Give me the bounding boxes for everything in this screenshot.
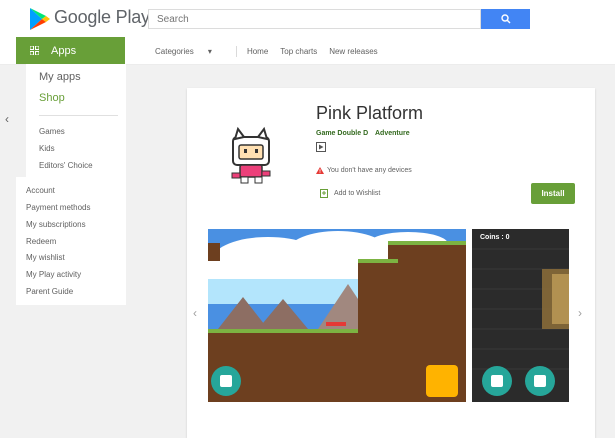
device-warning-text: You don't have any devices — [327, 167, 412, 174]
payment-methods-link[interactable]: Payment methods — [26, 203, 90, 212]
app-title: Pink Platform — [316, 103, 424, 123]
screenshot-1[interactable] — [208, 229, 466, 402]
categories-menu[interactable]: Categories ▾ — [155, 47, 224, 56]
search-button[interactable] — [481, 9, 530, 29]
sidebar-item-games[interactable]: Games — [39, 127, 65, 136]
play-icon — [30, 8, 50, 30]
nav-home[interactable]: Home — [247, 47, 268, 56]
sidebar-item-my-apps[interactable]: My apps — [39, 71, 81, 83]
my-subscriptions-link[interactable]: My subscriptions — [26, 220, 86, 229]
sidebar-divider — [39, 115, 118, 116]
nav-top-charts[interactable]: Top charts — [280, 47, 317, 56]
genre-link[interactable]: Adventure — [375, 130, 410, 137]
sidebar-item-editors-choice[interactable]: Editors' Choice — [39, 161, 93, 170]
sub-nav: Categories ▾ Home Top charts New release… — [155, 46, 390, 57]
categories-label: Categories — [155, 47, 194, 56]
nav-new-releases[interactable]: New releases — [329, 47, 377, 56]
sidebar-item-shop[interactable]: Shop — [39, 92, 65, 104]
my-play-activity-link[interactable]: My Play activity — [26, 270, 81, 279]
sidebar-item-kids[interactable]: Kids — [39, 144, 55, 153]
install-button[interactable]: Install — [531, 183, 575, 204]
apps-grid-icon — [30, 46, 39, 55]
device-warning: You don't have any devices — [316, 167, 412, 174]
search-icon — [500, 14, 510, 24]
redeem-link[interactable]: Redeem — [26, 237, 56, 246]
search-input[interactable]: Search — [148, 9, 481, 29]
warning-icon — [316, 167, 324, 174]
parent-guide-link[interactable]: Parent Guide — [26, 287, 73, 296]
add-to-wishlist-button[interactable]: Add to Wishlist — [320, 189, 380, 198]
account-link[interactable]: Account — [26, 186, 55, 195]
chevron-down-icon: ▾ — [207, 47, 212, 56]
app-icon — [231, 126, 271, 184]
wishlist-label: Add to Wishlist — [334, 190, 381, 197]
my-wishlist-link[interactable]: My wishlist — [26, 253, 65, 262]
logo-text: Google Play — [54, 7, 150, 27]
bookmark-add-icon — [320, 189, 328, 198]
nav-divider — [235, 46, 237, 57]
apps-tab-label: Apps — [51, 44, 77, 57]
gallery-prev-icon[interactable]: ‹ — [193, 306, 197, 320]
developer-link[interactable]: Game Double D — [316, 130, 368, 137]
coins-counter: Coins : 0 — [480, 234, 510, 241]
gallery-next-icon[interactable]: › — [578, 306, 582, 320]
apps-tab[interactable]: Apps — [16, 37, 125, 64]
content-rating-icon — [316, 142, 326, 152]
screenshot-2[interactable] — [472, 229, 569, 402]
collapse-sidebar-icon[interactable]: ‹ — [5, 112, 9, 126]
